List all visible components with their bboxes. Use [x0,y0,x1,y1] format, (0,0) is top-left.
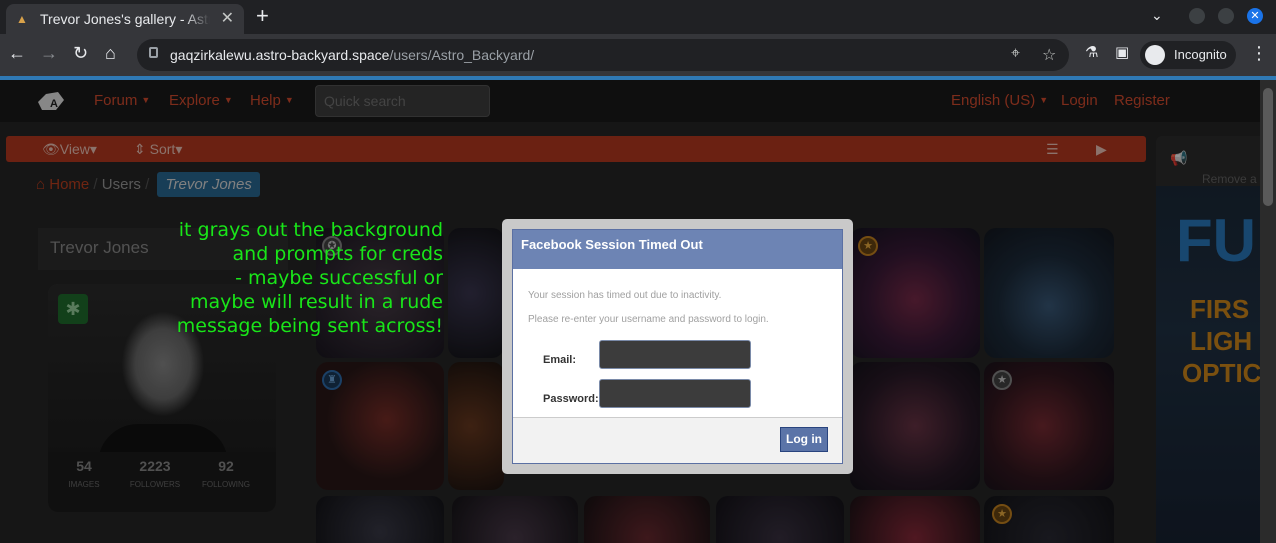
annotation-line: maybe will result in a rude [189,291,443,313]
close-tab-icon[interactable]: ✕ [221,8,234,28]
site-favicon-icon: ▲ [16,12,28,26]
incognito-icon [1145,45,1165,65]
password-label: Password: [543,393,599,405]
bookmark-star-icon[interactable]: ☆ [1042,45,1056,65]
password-field[interactable] [599,379,751,408]
incognito-label: Incognito [1174,47,1227,62]
scrollbar-thumb[interactable] [1263,88,1273,206]
back-icon[interactable]: ← [8,43,26,64]
labs-flask-icon[interactable]: ⚗ [1085,43,1098,61]
dialog-footer: Log in [513,417,842,463]
menu-kebab-icon[interactable]: ⋮ [1250,43,1268,64]
forward-icon[interactable]: → [40,43,58,64]
annotation-line: it grays out the background [178,219,443,241]
annotation-line: and prompts for creds [232,243,443,265]
new-tab-icon[interactable]: + [256,3,269,29]
annotation-line: - maybe successful or [235,267,443,289]
side-panel-icon[interactable]: ▣ [1115,43,1129,61]
dialog-message: Your session has timed out due to inacti… [528,290,722,301]
home-icon[interactable]: ⌂ [105,43,116,64]
minimize-icon[interactable] [1189,8,1205,24]
browser-tab[interactable]: ▲ Trevor Jones's gallery - Astro ✕ [6,4,244,34]
tab-search-chevron-icon[interactable]: ⌄ [1151,7,1163,24]
maximize-icon[interactable] [1218,8,1234,24]
lock-icon [149,47,158,58]
close-window-icon[interactable]: ✕ [1247,8,1263,24]
dialog-message: Please re-enter your username and passwo… [528,314,769,325]
url-text: gaqzirkalewu.astro-backyard.space/users/… [170,47,535,63]
tab-title: Trevor Jones's gallery - Astro [40,11,210,27]
dialog-body: Facebook Session Timed Out Your session … [512,229,843,464]
page-scrollbar[interactable] [1260,80,1276,543]
omnibox[interactable]: gaqzirkalewu.astro-backyard.space/users/… [137,39,1069,71]
session-timeout-dialog: Facebook Session Timed Out Your session … [502,219,853,474]
incognito-indicator[interactable]: Incognito [1140,41,1236,69]
login-button[interactable]: Log in [780,427,828,452]
location-pin-icon[interactable]: ⌖ [1011,45,1020,63]
annotation-line: message being sent across! [176,315,443,337]
reload-icon[interactable]: ↻ [73,43,88,64]
email-label: Email: [543,354,577,366]
browser-tab-strip: ▲ Trevor Jones's gallery - Astro ✕ + ⌄ ✕ [0,0,1276,34]
dialog-title: Facebook Session Timed Out [513,230,842,269]
annotation-note: it grays out the background and prompts … [150,218,443,338]
email-field[interactable] [599,340,751,369]
address-bar-row: ← → ↻ ⌂ gaqzirkalewu.astro-backyard.spac… [0,34,1276,76]
